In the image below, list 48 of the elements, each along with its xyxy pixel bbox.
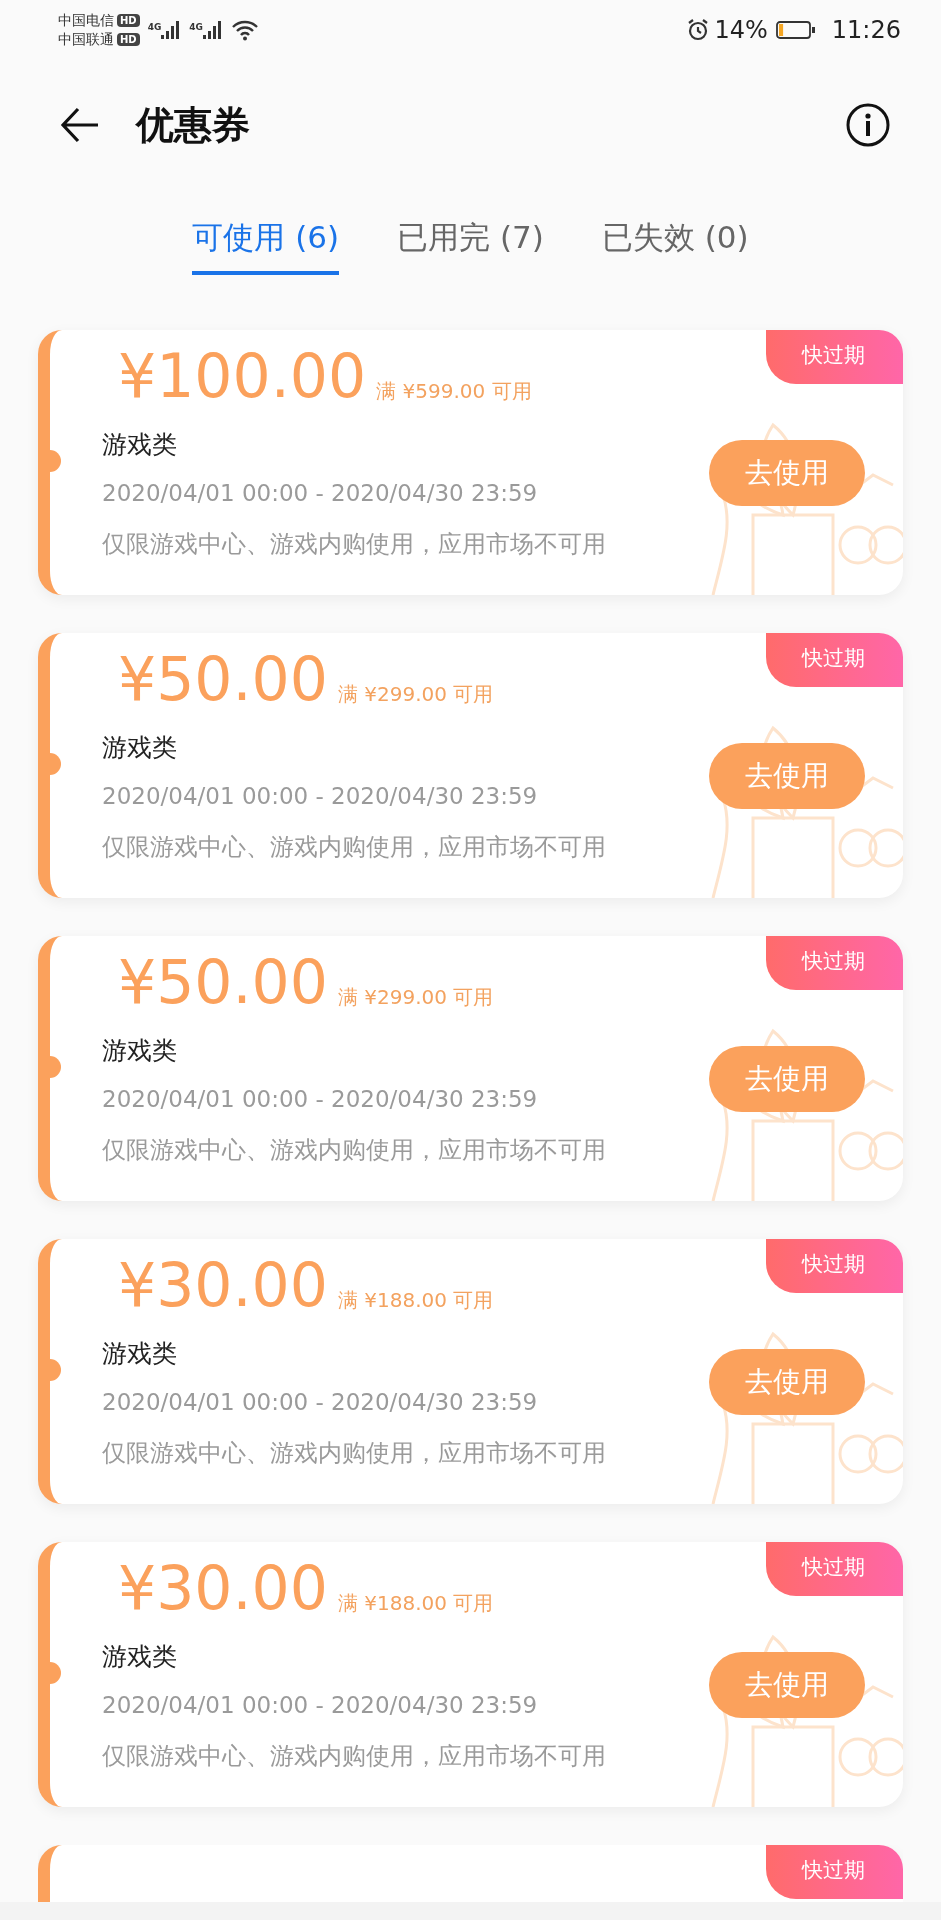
use-button[interactable]: 去使用 xyxy=(709,1349,865,1415)
coupon-condition: 满 ¥188.00 可用 xyxy=(337,1287,494,1314)
usage-note: 仅限游戏中心、游戏内购使用，应用市场不可用 xyxy=(102,529,607,560)
network-type: 4G xyxy=(189,21,203,34)
coupon-amount: ¥100.00 xyxy=(118,346,367,406)
validity-period: 2020/04/01 00:00 - 2020/04/30 23:59 xyxy=(102,1690,539,1720)
coupon-amount: ¥50.00 xyxy=(118,952,328,1012)
use-button[interactable]: 去使用 xyxy=(709,1046,865,1112)
clock-time: 11:26 xyxy=(831,15,901,46)
expiring-tag: 快过期 xyxy=(766,936,903,990)
validity-period: 2020/04/01 00:00 - 2020/04/30 23:59 xyxy=(102,1387,539,1417)
usage-note: 仅限游戏中心、游戏内购使用，应用市场不可用 xyxy=(102,1135,607,1166)
validity-period: 2020/04/01 00:00 - 2020/04/30 23:59 xyxy=(102,1084,539,1114)
coupon-category: 游戏类 xyxy=(102,1035,178,1067)
coupon-category: 游戏类 xyxy=(102,732,178,764)
network-type: 4G xyxy=(147,21,162,34)
hd-badge: HD xyxy=(117,32,140,47)
expiring-tag: 快过期 xyxy=(766,330,903,384)
coupon-condition: 满 ¥299.00 可用 xyxy=(337,984,494,1011)
coupon-condition: 满 ¥188.00 可用 xyxy=(337,1590,494,1617)
carrier-name: 中国联通 xyxy=(58,30,114,49)
usage-note: 仅限游戏中心、游戏内购使用，应用市场不可用 xyxy=(102,1438,607,1469)
expiring-tag: 快过期 xyxy=(766,1239,903,1293)
coupon-condition: 满 ¥299.00 可用 xyxy=(337,681,494,708)
coupon-amount: ¥30.00 xyxy=(118,1255,328,1315)
coupon-amount: ¥50.00 xyxy=(118,649,328,709)
usage-note: 仅限游戏中心、游戏内购使用，应用市场不可用 xyxy=(102,1741,607,1772)
carrier-name: 中国电信 xyxy=(58,11,114,30)
usage-note: 仅限游戏中心、游戏内购使用，应用市场不可用 xyxy=(102,832,607,863)
battery-percent: 14% xyxy=(714,15,768,46)
expiring-tag: 快过期 xyxy=(766,633,903,687)
tab[interactable]: 可使用 (6) xyxy=(192,214,340,275)
hd-badge: HD xyxy=(117,13,140,28)
coupon-category: 游戏类 xyxy=(102,1338,178,1370)
tab[interactable]: 已用完 (7) xyxy=(397,214,544,275)
coupon-condition: 满 ¥599.00 可用 xyxy=(376,378,532,405)
page-title: 优惠券 xyxy=(136,101,250,149)
coupon-category: 游戏类 xyxy=(102,1641,178,1673)
coupon-category: 游戏类 xyxy=(102,429,178,461)
expiring-tag: 快过期 xyxy=(766,1845,903,1899)
expiring-tag: 快过期 xyxy=(766,1542,903,1596)
validity-period: 2020/04/01 00:00 - 2020/04/30 23:59 xyxy=(102,478,539,508)
use-button[interactable]: 去使用 xyxy=(709,1652,865,1718)
validity-period: 2020/04/01 00:00 - 2020/04/30 23:59 xyxy=(102,781,539,811)
use-button[interactable]: 去使用 xyxy=(709,743,865,809)
use-button[interactable]: 去使用 xyxy=(709,440,865,506)
tab[interactable]: 已失效 (0) xyxy=(601,214,749,275)
coupon-amount: ¥30.00 xyxy=(118,1558,328,1618)
